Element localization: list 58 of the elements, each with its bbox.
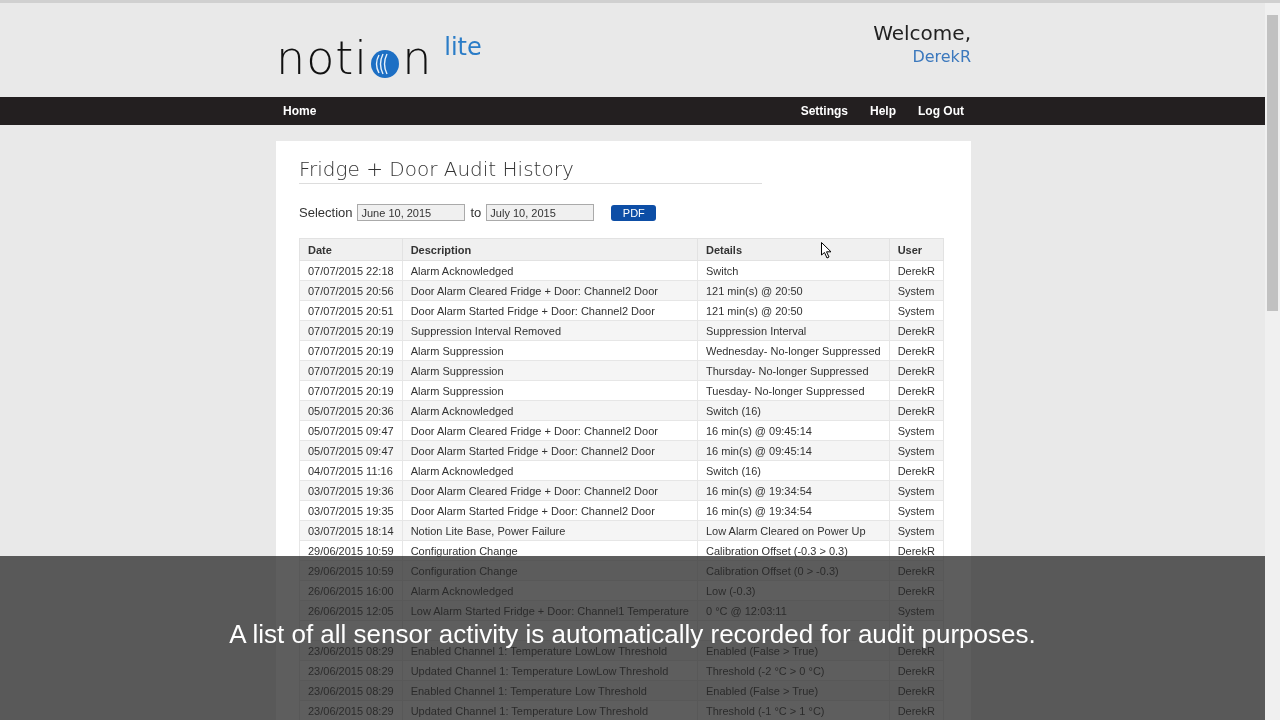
logo-text: noti <box>276 35 369 81</box>
description-cell: Door Alarm Cleared Fridge + Door: Channel2 Door <box>402 420 698 441</box>
logo-suffix: lite <box>444 33 482 61</box>
user-cell: DerekR <box>889 380 944 401</box>
page-title: Fridge + Door Audit History <box>299 157 762 184</box>
nav-link[interactable]: Settings <box>800 104 848 118</box>
details-cell: Wednesday- No-longer Suppressed <box>697 340 890 361</box>
logo-text: n <box>402 35 433 81</box>
nav-link[interactable]: Log Out <box>918 104 964 118</box>
cursor-icon <box>821 242 832 259</box>
column-header: Date <box>299 238 403 261</box>
description-cell: Alarm Acknowledged <box>402 460 698 481</box>
selection-label: Selection <box>299 205 353 220</box>
welcome-text: Welcome, <box>873 21 971 45</box>
date-field[interactable]: June 10, 2015 <box>357 204 466 221</box>
date-cell: 03/07/2015 19:36 <box>299 480 403 501</box>
user-cell: System <box>889 300 944 321</box>
pdf-button[interactable]: PDF <box>611 204 657 221</box>
date-cell: 07/07/2015 20:56 <box>299 280 403 301</box>
date-cell: 07/07/2015 20:51 <box>299 300 403 321</box>
column-header: Description <box>402 238 698 261</box>
user-cell: DerekR <box>889 260 944 281</box>
details-cell: Tuesday- No-longer Suppressed <box>697 380 890 401</box>
globe-icon <box>370 49 401 79</box>
description-cell: Door Alarm Started Fridge + Door: Channel2 Door <box>402 500 698 521</box>
details-cell: 16 min(s) @ 09:45:14 <box>697 420 890 441</box>
date-cell: 03/07/2015 18:14 <box>299 520 403 541</box>
column-header: Details <box>697 238 890 261</box>
user-cell: DerekR <box>889 460 944 481</box>
scrollbar[interactable] <box>1265 3 1280 720</box>
date-cell: 07/07/2015 20:19 <box>299 340 403 361</box>
date-cell: 07/07/2015 20:19 <box>299 360 403 381</box>
nav-link[interactable]: Home <box>283 104 317 118</box>
details-cell: Switch (16) <box>697 460 890 481</box>
date-cell: 05/07/2015 09:47 <box>299 420 403 441</box>
date-cell: 05/07/2015 09:47 <box>299 440 403 461</box>
details-cell: 121 min(s) @ 20:50 <box>697 300 890 321</box>
date-cell: 05/07/2015 20:36 <box>299 400 403 421</box>
user-name: DerekR <box>912 47 971 66</box>
column-header: User <box>889 238 944 261</box>
date-cell: 07/07/2015 20:19 <box>299 320 403 341</box>
user-cell: DerekR <box>889 340 944 361</box>
date-cell: 03/07/2015 19:35 <box>299 500 403 521</box>
description-cell: Alarm Acknowledged <box>402 260 698 281</box>
details-cell: Switch <box>697 260 890 281</box>
user-cell: System <box>889 500 944 521</box>
date-cell: 04/07/2015 11:16 <box>299 460 403 481</box>
user-cell: System <box>889 420 944 441</box>
date-cell: 07/07/2015 20:19 <box>299 380 403 401</box>
scroll-thumb[interactable] <box>1267 15 1278 311</box>
description-cell: Door Alarm Started Fridge + Door: Channel2 Door <box>402 300 698 321</box>
description-cell: Alarm Suppression <box>402 380 698 401</box>
nav-link[interactable]: Help <box>870 104 896 118</box>
date-cell: 07/07/2015 22:18 <box>299 260 403 281</box>
details-cell: 16 min(s) @ 19:34:54 <box>697 500 890 521</box>
date-field[interactable]: July 10, 2015 <box>486 204 595 221</box>
description-cell: Alarm Suppression <box>402 340 698 361</box>
to-label: to <box>470 205 482 220</box>
